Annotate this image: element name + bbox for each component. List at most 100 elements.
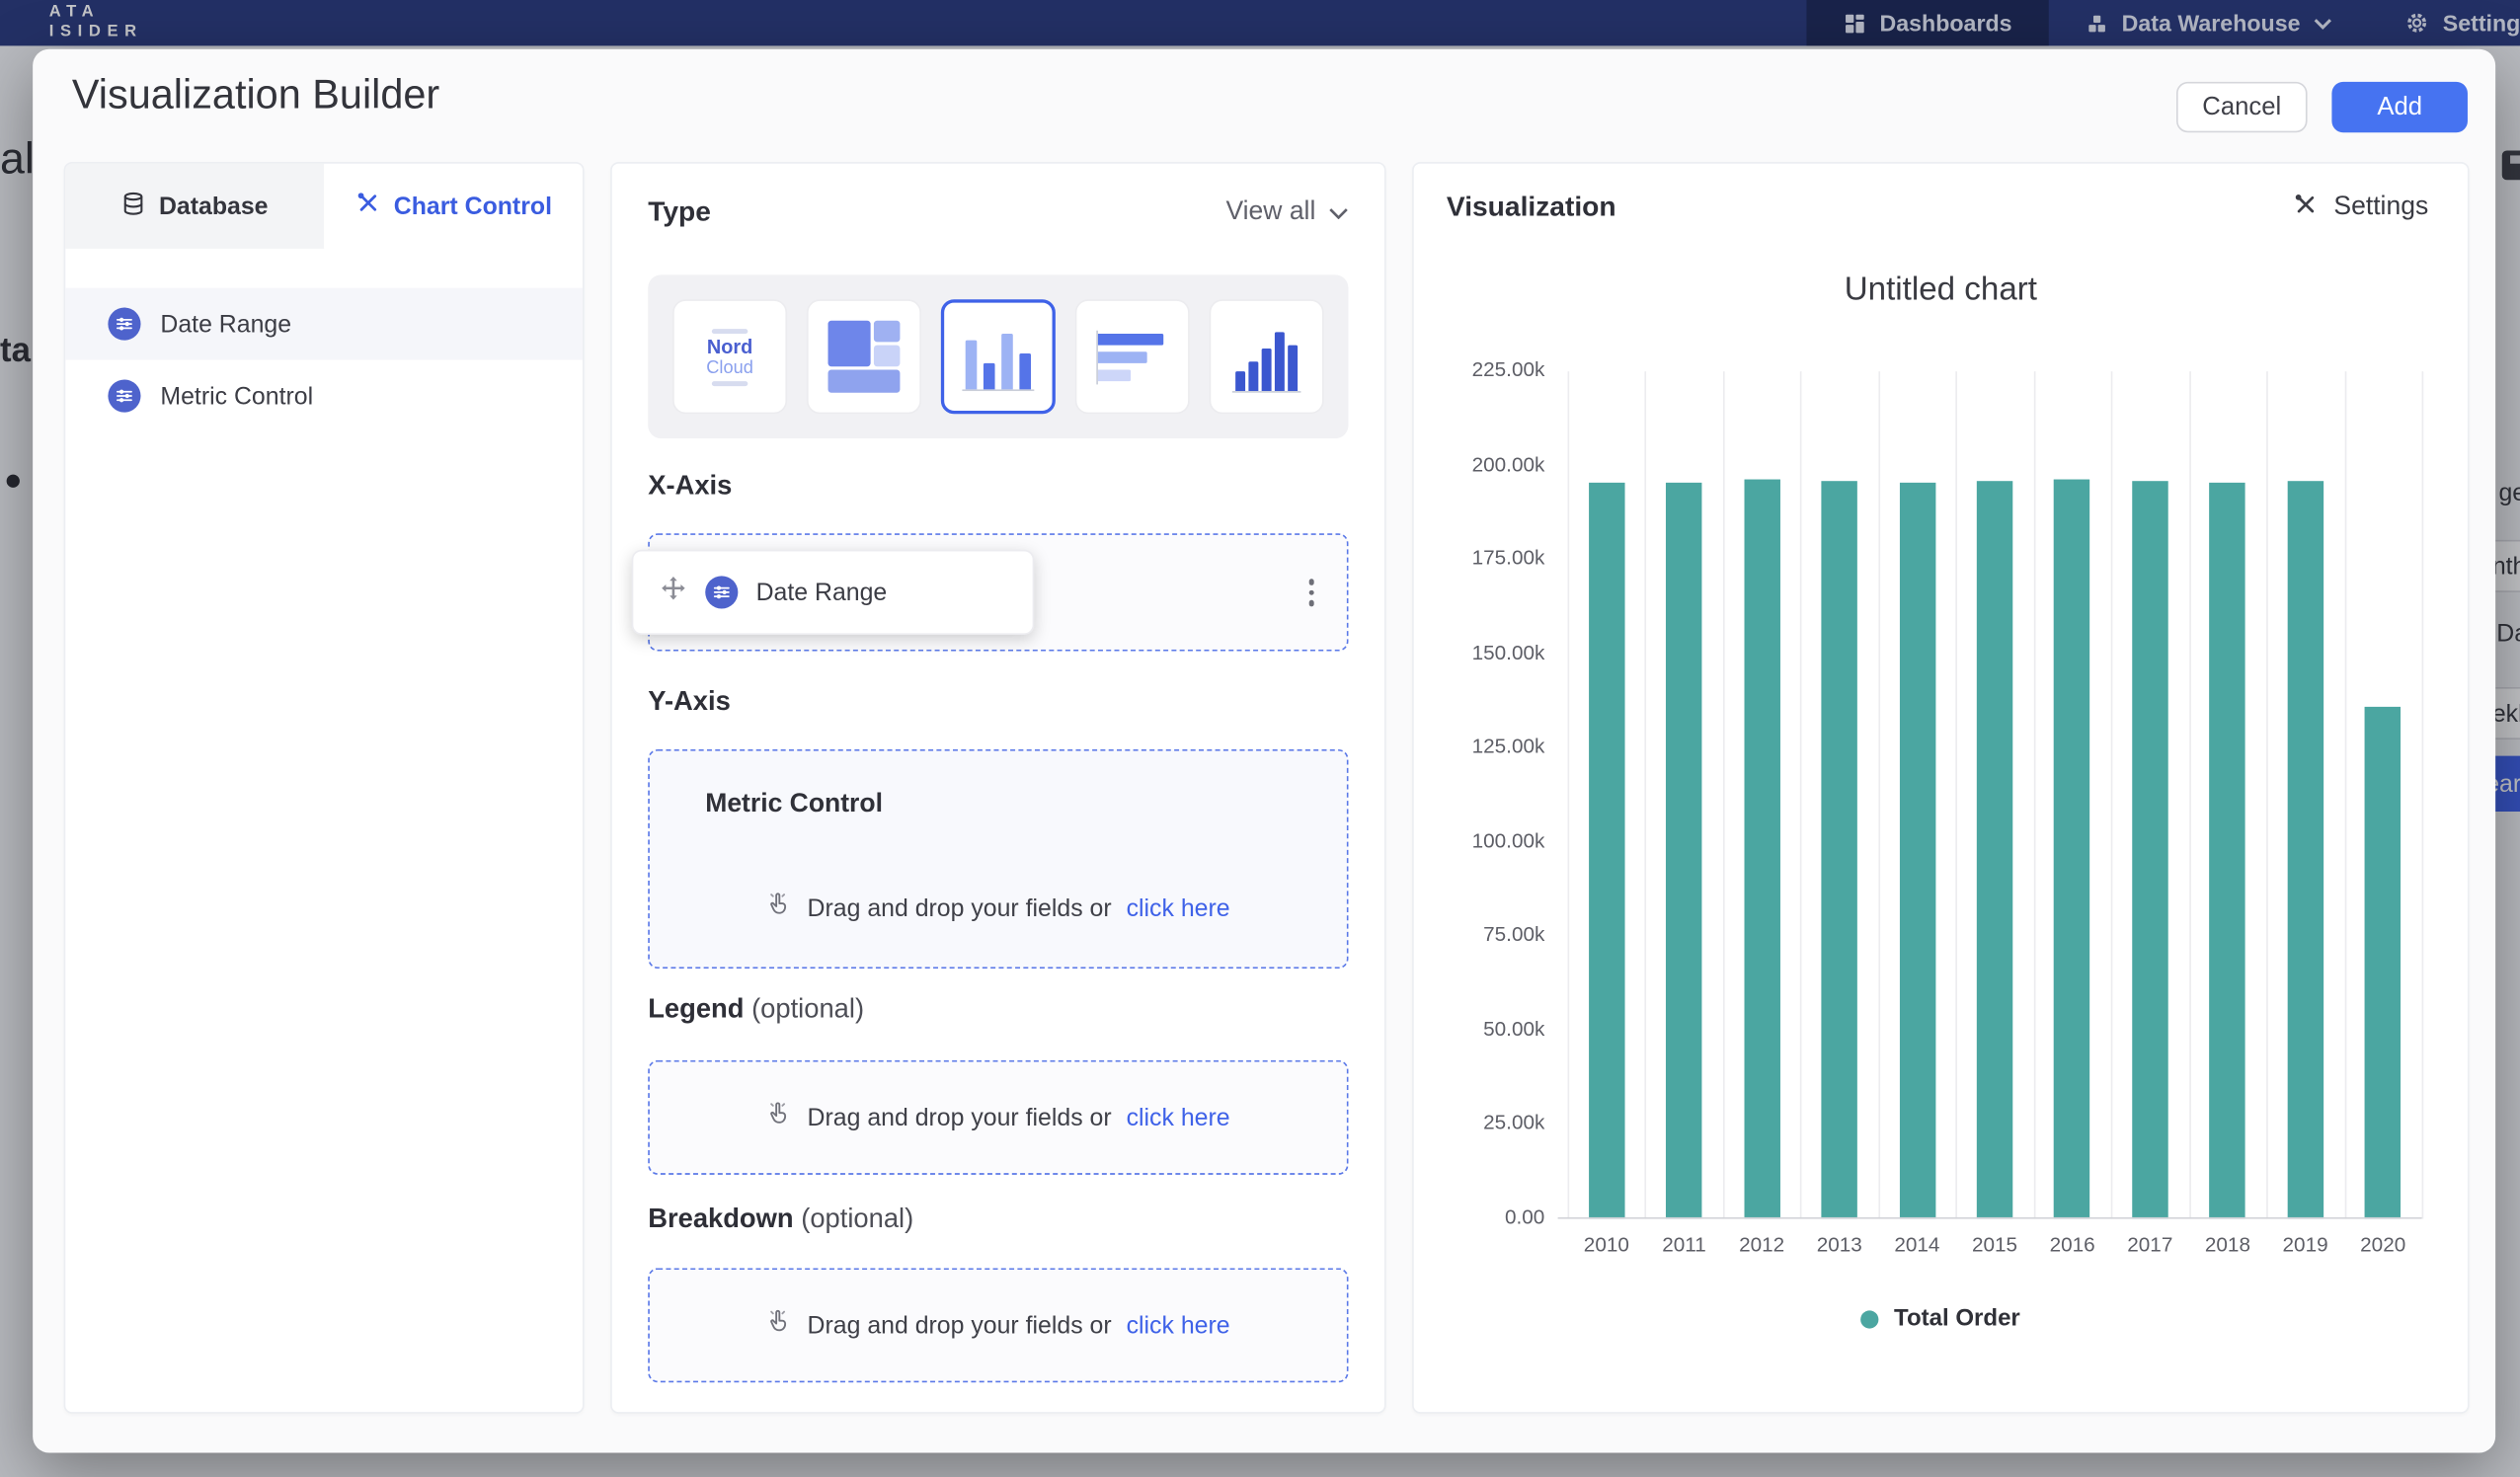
cancel-button[interactable]: Cancel [2176, 82, 2308, 132]
y-axis-tick-label: 200.00k [1414, 452, 1545, 475]
chart-type-word-cloud[interactable]: Nord Cloud [672, 299, 787, 414]
y-axis-tick-label: 175.00k [1414, 547, 1545, 570]
gridline [2111, 371, 2113, 1218]
x-axis-tick-label: 2014 [1878, 1233, 1956, 1256]
y-axis-tick-label: 100.00k [1414, 829, 1545, 852]
field-label: Metric Control [160, 382, 313, 410]
y-axis-tick-label: 125.00k [1414, 735, 1545, 757]
chart-type-histogram[interactable] [1210, 299, 1324, 414]
drag-hand-icon [766, 1101, 793, 1133]
x-axis-tick-label: 2013 [1800, 1233, 1878, 1256]
column-chart-thumbnail [962, 323, 1034, 390]
gridline [2033, 371, 2035, 1218]
bar-chart-thumbnail [1095, 330, 1169, 384]
legend-label: Total Order [1894, 1305, 2020, 1332]
bar-2011[interactable] [1666, 483, 1701, 1218]
tab-database[interactable]: Database [65, 164, 324, 249]
view-all-label: View all [1225, 198, 1315, 228]
x-axis-tick-label: 2015 [1956, 1233, 2034, 1256]
click-here-link[interactable]: click here [1127, 894, 1230, 922]
date-range-chip[interactable]: Date Range [632, 550, 1035, 635]
y-axis-dropzone[interactable]: Metric Control Drag and drop your fields… [648, 749, 1348, 969]
tab-chart-control[interactable]: Chart Control [324, 164, 583, 249]
field-item-metric-control[interactable]: Metric Control [65, 360, 583, 432]
chart-type-list: Nord Cloud [648, 274, 1348, 438]
word-cloud-filler [712, 328, 748, 333]
add-button[interactable]: Add [2331, 82, 2468, 132]
builder-panel: Type View all Nord Cloud [612, 164, 1384, 1412]
y-axis-group-label: Metric Control [705, 790, 883, 819]
x-axis-tick-label: 2017 [2111, 1233, 2189, 1256]
dropzone-text: Drag and drop your fields or [808, 1104, 1112, 1131]
y-axis-tick-label: 225.00k [1414, 358, 1545, 381]
view-all-dropdown[interactable]: View all [1225, 198, 1348, 228]
dropzone-text: Drag and drop your fields or [808, 894, 1112, 922]
gridline [2422, 371, 2424, 1218]
more-options-icon[interactable] [1301, 573, 1320, 613]
tab-label: Database [159, 193, 269, 220]
bar-2015[interactable] [1977, 481, 2012, 1218]
x-axis-tick-label: 2020 [2344, 1233, 2422, 1256]
fields-panel: Database Chart Control Date Range Metric… [65, 164, 583, 1412]
field-list: Date Range Metric Control [65, 288, 583, 432]
drag-hand-icon [766, 892, 793, 924]
bar-2018[interactable] [2210, 483, 2245, 1218]
chart-type-bar-chart[interactable] [1075, 299, 1190, 414]
click-here-link[interactable]: click here [1127, 1311, 1230, 1339]
legend-dropzone[interactable]: Drag and drop your fields or click here [648, 1060, 1348, 1175]
visualization-panel: Visualization Settings Untitled chart To… [1414, 164, 2468, 1412]
chart-type-treemap[interactable] [807, 299, 921, 414]
drag-hand-icon [766, 1309, 793, 1342]
field-item-date-range[interactable]: Date Range [65, 288, 583, 360]
control-field-icon [108, 308, 140, 341]
modal-actions: Cancel Add [2176, 82, 2468, 132]
histogram-thumbnail [1232, 322, 1301, 392]
legend-heading: Legend (optional) [648, 995, 864, 1026]
gridline [1878, 371, 1880, 1218]
chart-type-column-chart[interactable] [941, 299, 1056, 414]
chevron-down-icon [1329, 198, 1349, 228]
move-icon [660, 575, 687, 610]
gridline [1956, 371, 1958, 1218]
gridline [1800, 371, 1802, 1218]
legend-marker [1861, 1310, 1879, 1328]
x-axis-dropzone[interactable]: Date Range [648, 533, 1348, 651]
gridline [2344, 371, 2346, 1218]
x-axis-tick-label: 2011 [1645, 1233, 1723, 1256]
treemap-thumbnail [828, 321, 901, 393]
visualization-builder-modal: Visualization Builder Cancel Add Databas… [33, 49, 2495, 1453]
bar-2012[interactable] [1744, 480, 1779, 1219]
click-here-link[interactable]: click here [1127, 1104, 1230, 1131]
y-axis-tick-label: 50.00k [1414, 1018, 1545, 1041]
field-label: Date Range [160, 310, 291, 338]
bar-2014[interactable] [1899, 483, 1934, 1219]
y-axis-tick-label: 75.00k [1414, 923, 1545, 946]
chart-title: Untitled chart [1414, 272, 2468, 309]
gridline [2189, 371, 2191, 1218]
chart-legend[interactable]: Total Order [1414, 1305, 2468, 1332]
y-axis-heading: Y-Axis [648, 687, 731, 718]
y-axis-tick-label: 0.00 [1414, 1205, 1545, 1228]
bar-2017[interactable] [2132, 482, 2167, 1219]
chart-plot [1568, 371, 2422, 1218]
dropzone-text: Drag and drop your fields or [808, 1311, 1112, 1339]
chart-area: Untitled chart Total Order 0.0025.00k50.… [1414, 164, 2468, 1412]
fields-tabs: Database Chart Control [65, 164, 583, 249]
bar-2013[interactable] [1822, 482, 1857, 1219]
tools-icon [354, 190, 381, 222]
x-axis-tick-label: 2018 [2189, 1233, 2267, 1256]
word-cloud-filler [712, 380, 748, 385]
x-axis-tick-label: 2019 [2266, 1233, 2344, 1256]
y-axis-tick-label: 150.00k [1414, 641, 1545, 663]
bar-2019[interactable] [2287, 482, 2323, 1219]
bar-2010[interactable] [1589, 482, 1624, 1218]
breakdown-dropzone[interactable]: Drag and drop your fields or click here [648, 1268, 1348, 1382]
x-axis-tick-label: 2010 [1568, 1233, 1646, 1256]
breakdown-heading: Breakdown (optional) [648, 1205, 913, 1235]
control-field-icon [108, 379, 140, 412]
word-cloud-word: Cloud [706, 359, 753, 377]
x-axis-tick-label: 2012 [1723, 1233, 1801, 1256]
control-field-icon [705, 576, 738, 608]
bar-2016[interactable] [2054, 480, 2089, 1219]
bar-2020[interactable] [2365, 707, 2401, 1218]
